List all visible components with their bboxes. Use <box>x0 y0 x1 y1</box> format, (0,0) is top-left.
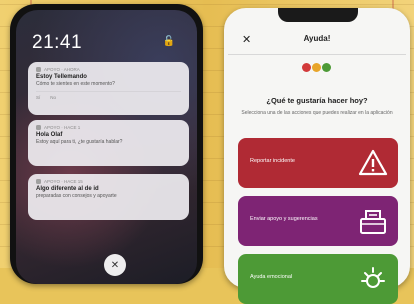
report-incident-button[interactable]: Reportar incidente <box>238 138 398 188</box>
help-app-phone: ✕ Ayuda! ¿Qué te gustaría hacer hoy? Sel… <box>224 8 410 304</box>
notification-divider <box>36 91 181 92</box>
app-header: ✕ Ayuda! <box>228 30 406 50</box>
card-label: Reportar incidente <box>250 158 295 164</box>
logo-dot-red <box>302 63 311 72</box>
emotional-help-button[interactable]: Ayuda emocional <box>238 254 398 304</box>
app-icon <box>36 179 41 184</box>
notification-title: Estoy Tellemando <box>36 74 87 80</box>
logo-dot-green <box>322 63 331 72</box>
lock-screen: 21:41 🔓 APOYO · AHORA Estoy Tellemando C… <box>16 10 197 284</box>
card-label: Ayuda emocional <box>250 274 293 280</box>
notification-body: Estoy aquí para ti, ¿te gustaría hablar? <box>36 139 123 145</box>
notification-card[interactable]: APOYO · HACE 1 Hola Olaf Estoy aquí para… <box>28 120 189 166</box>
notification-actions: Sí No <box>36 95 181 100</box>
unlocked-lock-icon: 🔓 <box>162 36 175 47</box>
question-heading: ¿Qué te gustaría hacer hoy? <box>266 96 368 105</box>
app-icon <box>36 125 41 130</box>
app-icon <box>36 67 41 72</box>
notification-card[interactable]: APOYO · AHORA Estoy Tellemando Cómo te s… <box>28 62 189 115</box>
notification-body: preparadas con consejos y apoyarte <box>36 193 117 199</box>
app-logo <box>302 63 331 72</box>
notification-card[interactable]: APOYO · HACE 15 Algo diferente al de id … <box>28 174 189 220</box>
phone-notch <box>278 8 358 22</box>
lock-screen-time: 21:41 <box>32 32 83 53</box>
notification-title: Hola Olaf <box>36 132 63 138</box>
page-title: Ayuda! <box>303 34 331 43</box>
notification-title: Algo diferente al de id <box>36 186 99 192</box>
notification-app-name: APOYO · AHORA <box>44 67 80 72</box>
header-divider <box>228 54 406 55</box>
notification-app-name: APOYO · HACE 15 <box>44 179 83 184</box>
notification-action-no[interactable]: No <box>50 95 56 100</box>
logo-dot-yellow <box>312 63 321 72</box>
card-label: Enviar apoyo y sugerencias <box>250 216 318 222</box>
notification-action-yes[interactable]: Sí <box>36 95 40 100</box>
close-icon[interactable]: ✕ <box>104 254 126 276</box>
warning-triangle-icon <box>358 149 388 176</box>
notification-app-name: APOYO · HACE 1 <box>44 125 81 130</box>
envelope-box-icon <box>360 210 386 234</box>
lock-screen-phone: 21:41 🔓 APOYO · AHORA Estoy Tellemando C… <box>10 4 203 284</box>
sun-icon <box>361 267 385 288</box>
question-subtitle: Selecciona una de las acciones que puede… <box>241 110 393 116</box>
notification-body: Cómo te sientes en este momento? <box>36 81 115 87</box>
send-support-button[interactable]: Enviar apoyo y sugerencias <box>238 196 398 246</box>
